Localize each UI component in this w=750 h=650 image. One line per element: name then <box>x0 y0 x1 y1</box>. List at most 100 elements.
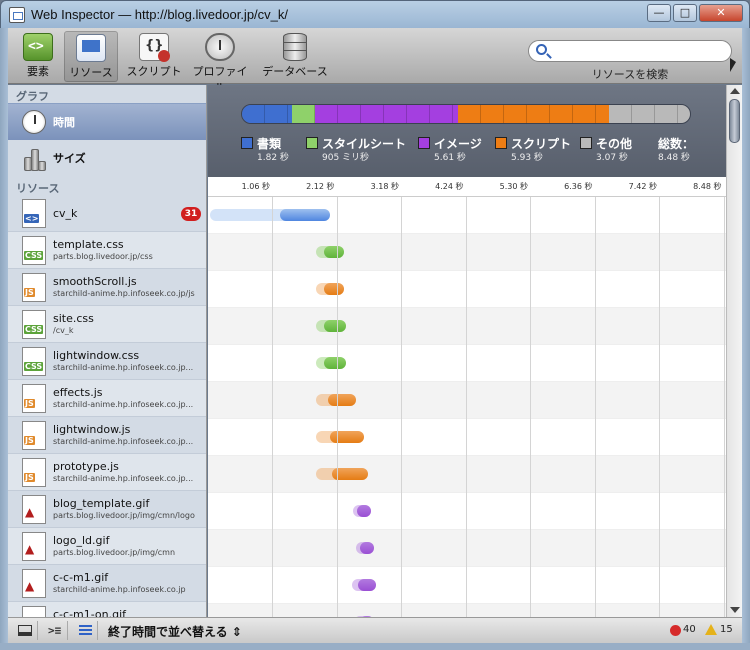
timeline-row[interactable] <box>208 234 726 271</box>
resource-name: prototype.js <box>53 460 119 473</box>
timeline-tick-label: 6.36 秒 <box>564 182 593 191</box>
resource-name: c-c-m1.gif <box>53 571 109 584</box>
sidebar-item-time[interactable]: 時間 <box>8 103 206 140</box>
resource-domain: /cv_k <box>53 326 74 335</box>
console-icon: >≡ <box>48 624 62 637</box>
timeline-gridline <box>272 177 273 617</box>
scripts-icon <box>139 33 170 62</box>
elements-icon <box>23 33 53 61</box>
scroll-up-icon[interactable] <box>730 88 740 94</box>
timeline-row[interactable] <box>208 530 726 567</box>
timeline-tick-label: 1.06 秒 <box>241 182 270 191</box>
download-bar <box>280 209 330 221</box>
resource-domain: starchild-anime.hp.infoseek.co.jp... <box>53 363 194 372</box>
sidebar-resource-item[interactable]: JS prototype.js starchild-anime.hp.infosee… <box>8 454 206 491</box>
close-button[interactable]: ✕ <box>699 4 743 22</box>
resources-tab[interactable]: リソース <box>64 31 118 82</box>
timeline-row[interactable] <box>208 493 726 530</box>
img-file-icon: ▲ <box>22 532 46 561</box>
resource-name: cv_k <box>53 207 78 220</box>
resource-domain: starchild-anime.hp.infoseek.co.jp... <box>53 400 194 409</box>
download-bar <box>357 505 371 517</box>
timeline-row[interactable] <box>208 456 726 493</box>
console-button[interactable]: >≡ <box>42 621 68 640</box>
js-file-icon: JS <box>22 458 46 487</box>
resources-section-heading: リソース <box>16 182 60 195</box>
mouse-cursor-icon <box>730 58 736 72</box>
sidebar-resource-item[interactable]: <> cv_k 31 <box>8 195 206 232</box>
scroll-thumb[interactable] <box>729 99 740 143</box>
sort-select[interactable]: 終了時間で並べ替える ⇕ <box>108 623 242 640</box>
warning-icon <box>705 624 717 635</box>
scroll-down-icon[interactable] <box>730 607 740 613</box>
maximize-button[interactable]: □ <box>673 4 697 22</box>
timeline-row[interactable] <box>208 345 726 382</box>
legend-value: 8.48 秒 <box>658 153 690 163</box>
sidebar-resource-item[interactable]: ▲ c-c-m1-on.gif <box>8 602 206 617</box>
sidebar-resource-item[interactable]: JS effects.js starchild-anime.hp.infoseek.… <box>8 380 206 417</box>
search-field[interactable] <box>528 40 732 62</box>
sidebar: グラフ 時間 サイズ リソース <> cv_k 31 CSS template.css p… <box>8 85 207 617</box>
timeline-gridline <box>401 177 402 617</box>
summary-segment-other <box>609 105 690 123</box>
scripts-tab[interactable]: スクリプト <box>122 31 186 82</box>
search-input[interactable] <box>553 43 723 59</box>
sidebar-resource-item[interactable]: ▲ blog_template.gif parts.blog.livedoor.jp… <box>8 491 206 528</box>
sidebar-resource-item[interactable]: CSS template.css parts.blog.livedoor.jp/cs… <box>8 232 206 269</box>
sidebar-resource-item[interactable]: ▲ logo_ld.gif parts.blog.livedoor.jp/img/c… <box>8 528 206 565</box>
resource-domain: parts.blog.livedoor.jp/img/cmn <box>53 548 176 557</box>
download-bar <box>324 357 346 369</box>
resource-domain: parts.blog.livedoor.jp/css <box>53 252 153 261</box>
legend-value: 905 ミリ秒 <box>322 153 370 163</box>
sidebar-resource-item[interactable]: JS lightwindow.js starchild-anime.hp.infos… <box>8 417 206 454</box>
databases-tab[interactable]: データベース <box>260 31 330 82</box>
timeline-row[interactable] <box>208 567 726 604</box>
resource-name: c-c-m1-on.gif <box>53 608 127 617</box>
resource-name: lightwindow.css <box>53 349 140 362</box>
download-bar <box>324 246 344 258</box>
large-rows-button[interactable] <box>72 621 98 640</box>
resources-icon <box>76 34 106 62</box>
warning-count[interactable]: 15 <box>720 624 733 635</box>
profiles-tab[interactable]: プロファイル <box>188 31 252 94</box>
minimize-button[interactable]: — <box>647 4 671 22</box>
sidebar-item-label: サイズ <box>53 152 86 165</box>
window-frame-right <box>742 28 750 650</box>
bug-icon <box>158 50 170 62</box>
timeline-row[interactable] <box>208 197 726 234</box>
size-icon <box>24 147 46 171</box>
dock-toggle-button[interactable] <box>12 621 38 640</box>
timeline-row[interactable] <box>208 604 726 617</box>
vertical-scrollbar[interactable] <box>726 85 742 617</box>
toolbar: 要素 リソース スクリプト プロファイル データベース リソースを検索 <box>8 28 742 94</box>
stopwatch-icon <box>205 33 235 61</box>
sidebar-resource-item[interactable]: CSS site.css/cv_k <box>8 306 206 343</box>
timeline-gridline <box>659 177 660 617</box>
timeline-row[interactable] <box>208 308 726 345</box>
legend-value: 5.93 秒 <box>511 153 543 163</box>
resource-name: site.css <box>53 312 94 325</box>
window-title: Web Inspector — http://blog.livedoor.jp/… <box>31 7 289 22</box>
dock-icon <box>18 625 32 636</box>
timeline-tick-label: 5.30 秒 <box>499 182 528 191</box>
elements-tab[interactable]: 要素 <box>16 31 60 82</box>
img-file-icon: ▲ <box>22 606 46 617</box>
timeline-row[interactable] <box>208 271 726 308</box>
error-count[interactable]: 40 <box>683 624 696 635</box>
resource-name: blog_template.gif <box>53 497 150 510</box>
resource-name: lightwindow.js <box>53 423 131 436</box>
resource-name: template.css <box>53 238 124 251</box>
timeline-tick-label: 2.12 秒 <box>306 182 335 191</box>
sidebar-resource-item[interactable]: ▲ c-c-m1.gif starchild-anime.hp.infoseek.c… <box>8 565 206 602</box>
summary-segment-scripts <box>458 105 610 123</box>
timeline-gridline <box>530 177 531 617</box>
timeline-tick-label: 3.18 秒 <box>370 182 399 191</box>
window-frame-bottom <box>0 643 750 650</box>
sidebar-resource-item[interactable]: JS smoothScroll.js starchild-anime.hp.info… <box>8 269 206 306</box>
legend-value: 3.07 秒 <box>596 153 628 163</box>
sidebar-item-size[interactable]: サイズ <box>8 140 206 177</box>
resource-timeline: 1.06 秒 2.12 秒 3.18 秒 4.24 秒 5.30 秒 6.36 秒 7.42… <box>208 177 726 617</box>
sidebar-resource-item[interactable]: CSS lightwindow.css starchild-anime.hp.inf… <box>8 343 206 380</box>
timeline-row[interactable] <box>208 382 726 419</box>
timeline-row[interactable] <box>208 419 726 456</box>
